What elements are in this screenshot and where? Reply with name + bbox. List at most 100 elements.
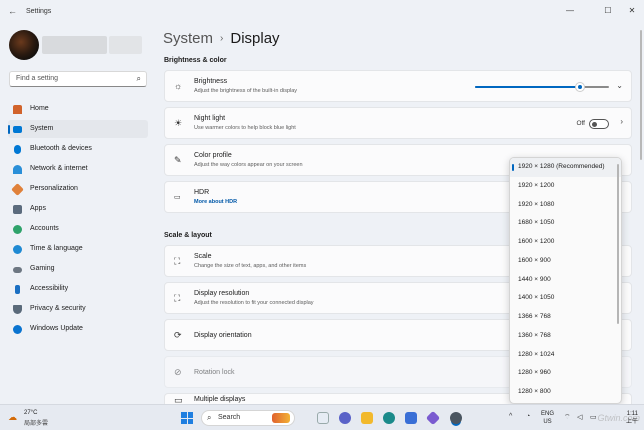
sidebar-item-label: System bbox=[30, 125, 54, 132]
resolution-option[interactable]: 1280 × 960 bbox=[510, 364, 621, 383]
display-resolution-title: Display resolution bbox=[194, 290, 250, 297]
file-explorer-icon[interactable] bbox=[361, 412, 373, 424]
sidebar-item-label: Network & internet bbox=[30, 165, 88, 172]
active-indicator bbox=[8, 125, 10, 134]
brush-icon bbox=[11, 183, 24, 196]
brightness-slider-fill bbox=[475, 86, 580, 88]
battery-icon[interactable]: ▭ bbox=[590, 413, 597, 421]
night-light-subtitle: Use warmer colors to help block blue lig… bbox=[194, 125, 296, 131]
resolution-option[interactable]: 1600 × 900 bbox=[510, 252, 621, 271]
weather-icon: ☁ bbox=[8, 412, 17, 422]
window-title: Settings bbox=[26, 8, 52, 15]
sidebar-item-accounts[interactable]: Accounts bbox=[8, 220, 148, 238]
selected-indicator bbox=[512, 164, 514, 171]
toggle-knob bbox=[592, 122, 597, 127]
chevron-up-icon[interactable]: ^ bbox=[509, 413, 512, 420]
search-icon: ⌕ bbox=[136, 74, 141, 83]
resolution-option[interactable]: 1920 × 1080 bbox=[510, 196, 621, 215]
breadcrumb-parent[interactable]: System bbox=[163, 30, 213, 47]
sidebar-item-accessibility[interactable]: Accessibility bbox=[8, 280, 148, 298]
sidebar-item-bluetooth[interactable]: Bluetooth & devices bbox=[8, 140, 148, 158]
resolution-option[interactable]: 1366 × 768 bbox=[510, 308, 621, 327]
resolution-option[interactable]: 1920 × 1280 (Recommended) bbox=[510, 158, 621, 177]
close-button[interactable]: ✕ bbox=[622, 4, 642, 18]
color-profile-title: Color profile bbox=[194, 152, 232, 159]
search-placeholder: Find a setting bbox=[16, 75, 59, 82]
weather-temperature: 27°C bbox=[24, 410, 38, 416]
brightness-slider[interactable] bbox=[475, 83, 609, 91]
taskbar: ☁ 27°C 局部多雲 ⌕ Search ^ ◔ ENG US ⌔ ◁ ▭ 1:… bbox=[0, 404, 644, 430]
avatar[interactable] bbox=[9, 30, 39, 60]
resolution-option[interactable]: 1280 × 800 bbox=[510, 383, 621, 402]
search-input[interactable]: Find a setting ⌕ bbox=[9, 71, 147, 87]
sidebar-item-network[interactable]: Network & internet bbox=[8, 160, 148, 178]
resolution-option[interactable]: 1440 × 900 bbox=[510, 271, 621, 290]
sidebar-item-personalization[interactable]: Personalization bbox=[8, 180, 148, 198]
wifi-icon[interactable]: ◔ bbox=[526, 413, 530, 420]
section-title-brightness: Brightness & color bbox=[164, 57, 227, 64]
brightness-slider-thumb[interactable] bbox=[575, 83, 584, 91]
sidebar-item-label: Bluetooth & devices bbox=[30, 145, 92, 152]
taskbar-search[interactable]: ⌕ Search bbox=[201, 410, 295, 426]
night-light-card[interactable]: ☀ Night light Use warmer colors to help … bbox=[164, 107, 632, 139]
resolution-option[interactable]: 1360 × 768 bbox=[510, 327, 621, 346]
resolution-option[interactable]: 1600 × 1200 bbox=[510, 233, 621, 252]
brightness-subtitle: Adjust the brightness of the built-in di… bbox=[194, 88, 298, 94]
network-icon[interactable]: ⌔ bbox=[564, 413, 571, 422]
sidebar-item-label: Gaming bbox=[30, 265, 55, 272]
sidebar-item-home[interactable]: Home bbox=[8, 100, 148, 118]
color-profile-subtitle: Adjust the way colors appear on your scr… bbox=[194, 162, 303, 168]
sidebar-item-apps[interactable]: Apps bbox=[8, 200, 148, 218]
chevron-down-icon[interactable]: ⌄ bbox=[616, 81, 623, 90]
sidebar-item-system[interactable]: System bbox=[8, 120, 148, 138]
resolution-option[interactable]: 1280 × 1024 bbox=[510, 346, 621, 365]
store-icon[interactable] bbox=[405, 412, 417, 424]
dropdown-scrollbar[interactable] bbox=[617, 164, 619, 324]
settings-gear-icon[interactable] bbox=[450, 412, 462, 424]
system-icon bbox=[13, 126, 22, 133]
scale-title: Scale bbox=[194, 253, 212, 260]
more-about-hdr-link[interactable]: More about HDR bbox=[194, 199, 237, 205]
gamepad-icon bbox=[13, 267, 22, 273]
sidebar-item-time-language[interactable]: Time & language bbox=[8, 240, 148, 258]
task-view-icon[interactable] bbox=[317, 412, 329, 424]
sidebar-item-gaming[interactable]: Gaming bbox=[8, 260, 148, 278]
search-highlight-icon bbox=[272, 413, 290, 423]
sidebar-item-label: Privacy & security bbox=[30, 305, 86, 312]
page-title: Display bbox=[230, 30, 280, 47]
resolution-option[interactable]: 1680 × 1050 bbox=[510, 214, 621, 233]
page-scrollbar[interactable] bbox=[640, 30, 642, 160]
sun-icon: ☀ bbox=[174, 118, 183, 128]
chevron-right-icon[interactable]: › bbox=[620, 117, 623, 126]
sidebar-item-windows-update[interactable]: Windows Update bbox=[8, 320, 148, 338]
resize-icon: ⛶ bbox=[174, 256, 181, 266]
minimize-button[interactable]: — bbox=[560, 4, 580, 18]
resolution-dropdown[interactable]: 1920 × 1280 (Recommended) 1920 × 1200 19… bbox=[509, 157, 622, 404]
section-title-scale: Scale & layout bbox=[164, 232, 212, 239]
start-button[interactable] bbox=[181, 412, 193, 424]
night-light-toggle[interactable] bbox=[589, 119, 609, 129]
sidebar-item-label: Home bbox=[30, 105, 49, 112]
watermark: Gtwin.com bbox=[597, 413, 640, 423]
edge-icon[interactable] bbox=[383, 412, 395, 424]
globe-clock-icon bbox=[13, 245, 22, 254]
language-indicator[interactable]: ENG US bbox=[541, 410, 554, 426]
volume-icon[interactable]: ◁ bbox=[577, 413, 582, 421]
maximize-button[interactable]: ☐ bbox=[598, 4, 618, 18]
resolution-option[interactable]: 1920 × 1200 bbox=[510, 177, 621, 196]
person-icon bbox=[13, 225, 22, 234]
back-icon[interactable]: ← bbox=[8, 6, 17, 16]
resolution-option[interactable]: 1400 × 1050 bbox=[510, 289, 621, 308]
sidebar-item-label: Windows Update bbox=[30, 325, 83, 332]
brightness-title: Brightness bbox=[194, 78, 228, 85]
sidebar-item-label: Apps bbox=[30, 205, 46, 212]
lock-rotate-icon: ⊘ bbox=[174, 367, 182, 377]
display-orientation-title: Display orientation bbox=[194, 332, 252, 339]
copilot-icon[interactable] bbox=[425, 410, 441, 426]
hdr-icon: ▭ bbox=[174, 194, 181, 201]
sidebar-item-privacy[interactable]: Privacy & security bbox=[8, 300, 148, 318]
sidebar-item-label: Personalization bbox=[30, 185, 78, 192]
brightness-card[interactable]: ☼ Brightness Adjust the brightness of th… bbox=[164, 70, 632, 102]
chat-icon[interactable] bbox=[339, 412, 351, 424]
night-light-state: Off bbox=[576, 120, 585, 127]
